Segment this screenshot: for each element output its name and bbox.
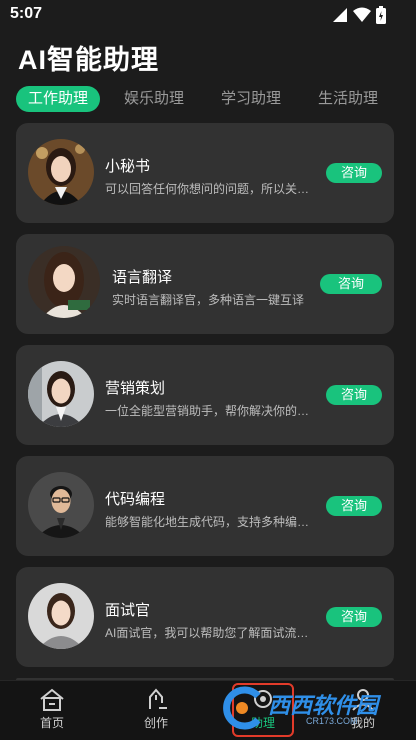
consult-button[interactable]: 咨询 — [326, 163, 382, 183]
battery-icon — [376, 6, 386, 24]
assistant-name: 面试官 — [105, 602, 151, 619]
assistant-name: 小秘书 — [105, 158, 151, 175]
watermark-url: CR173.COM — [306, 716, 358, 726]
tab-work-assistant[interactable]: 工作助理 — [16, 86, 101, 112]
assistant-description: 能够智能化地生成代码，支持多种编… — [105, 515, 310, 529]
pen-icon — [149, 688, 167, 709]
status-time: 5:07 — [10, 5, 43, 22]
watermark-logo-icon — [223, 686, 261, 730]
consult-button[interactable]: 咨询 — [320, 274, 382, 294]
signal-icon — [333, 8, 347, 22]
page-title: AI智能助理 — [18, 45, 159, 75]
consult-button[interactable]: 咨询 — [326, 607, 382, 627]
assistant-card[interactable]: 语言翻译 实时语言翻译官，多种语言一键互译 咨询 — [16, 234, 394, 334]
assistant-description: 可以回答任何你想问的问题，所以关… — [105, 182, 310, 196]
assistant-description: 实时语言翻译官，多种语言一键互译 — [112, 293, 305, 307]
status-icons — [332, 6, 386, 24]
assistant-card[interactable]: 面试官 AI面试官，我可以帮助您了解面试流… 咨询 — [16, 567, 394, 667]
wifi-icon — [353, 7, 371, 22]
tab-life-assistant[interactable]: 生活助理 — [318, 86, 378, 112]
nav-home[interactable]: 首页 — [17, 687, 87, 731]
watermark: 西西软件园 CR173.COM — [220, 686, 396, 734]
consult-button[interactable]: 咨询 — [326, 496, 382, 516]
avatar — [28, 583, 94, 649]
assistant-name: 代码编程 — [105, 491, 166, 508]
avatar — [28, 472, 94, 538]
avatar — [28, 139, 94, 205]
nav-label: 首页 — [39, 716, 64, 730]
assistant-card[interactable]: 代码编程 能够智能化地生成代码，支持多种编… 咨询 — [16, 456, 394, 556]
assistant-description: AI面试官，我可以帮助您了解面试流… — [105, 626, 309, 640]
assistant-description: 一位全能型营销助手，帮你解决你的… — [105, 404, 310, 418]
consult-button[interactable]: 咨询 — [326, 385, 382, 405]
assistant-card[interactable]: 小秘书 可以回答任何你想问的问题，所以关… 咨询 — [16, 123, 394, 223]
assistant-name: 语言翻译 — [112, 269, 173, 286]
assistant-card[interactable]: 营销策划 一位全能型营销助手，帮你解决你的… 咨询 — [16, 345, 394, 445]
nav-label: 创作 — [143, 716, 168, 730]
tab-study-assistant[interactable]: 学习助理 — [221, 86, 281, 112]
nav-create[interactable]: 创作 — [121, 687, 191, 731]
tab-entertainment-assistant[interactable]: 娱乐助理 — [124, 86, 184, 112]
avatar — [28, 361, 94, 427]
assistant-name: 营销策划 — [105, 380, 166, 397]
status-bar: 5:07 — [0, 0, 416, 30]
avatar — [28, 246, 100, 318]
category-tabs: 工作助理 娱乐助理 学习助理 生活助理 — [16, 86, 416, 112]
home-icon — [40, 688, 64, 711]
